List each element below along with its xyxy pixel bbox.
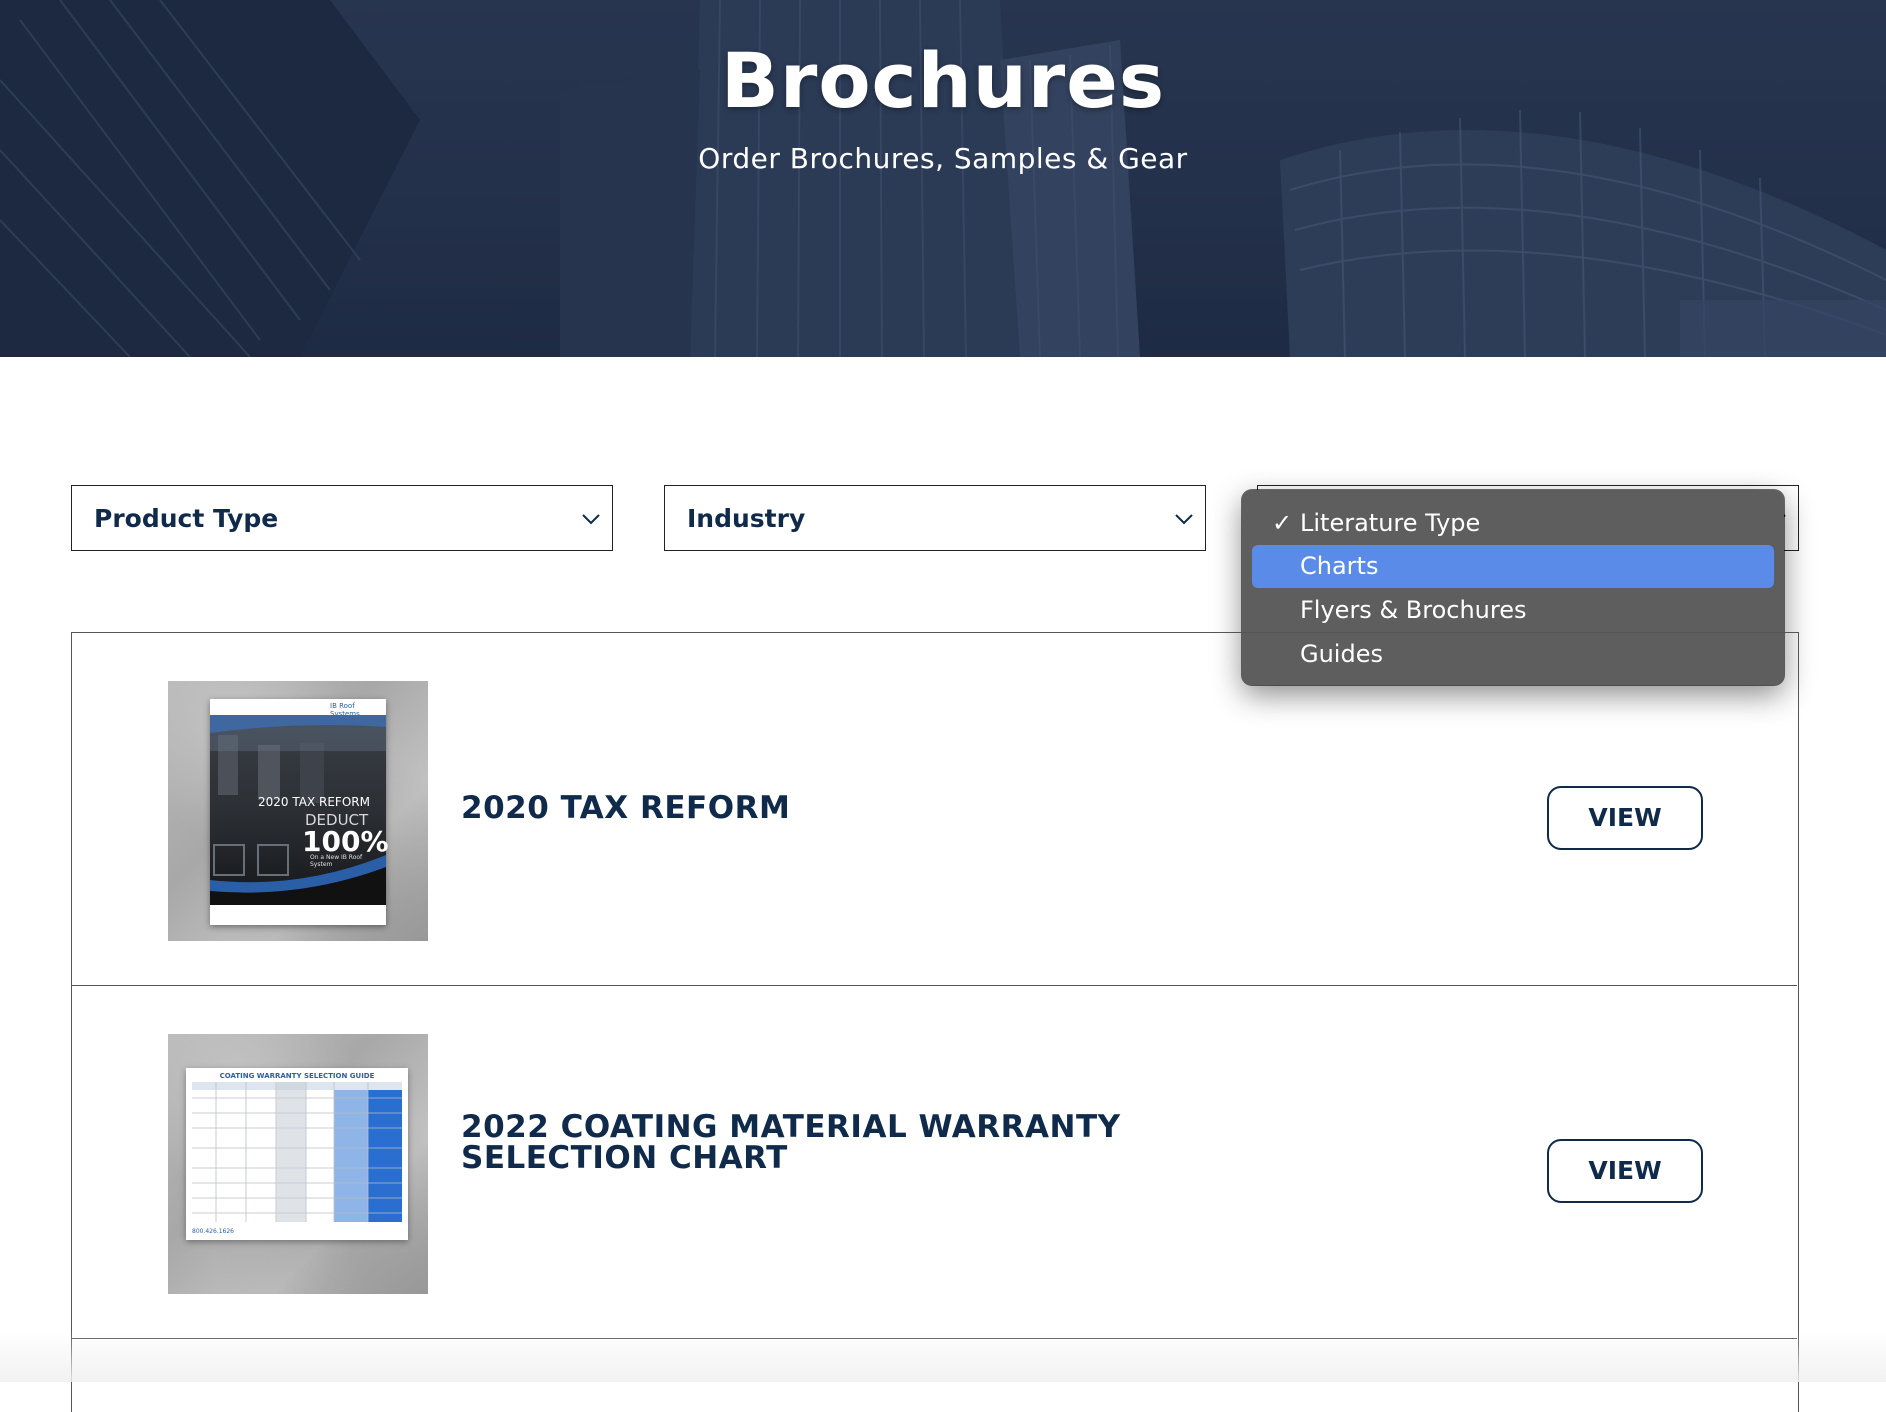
list-item: COATING WARRANTY SELECTION GUIDE 800.426… bbox=[72, 986, 1797, 1339]
dropdown-option-charts[interactable]: Charts bbox=[1252, 545, 1774, 588]
chevron-down-icon bbox=[1175, 514, 1193, 525]
dropdown-option-flyers-brochures[interactable]: Flyers & Brochures bbox=[1252, 589, 1774, 632]
view-button[interactable]: VIEW bbox=[1547, 786, 1703, 850]
cover-graphic bbox=[210, 715, 386, 905]
chevron-down-icon bbox=[582, 514, 600, 525]
brochure-title[interactable]: 2020 TAX REFORM bbox=[461, 793, 790, 824]
product-type-label: Product Type bbox=[94, 504, 279, 533]
table-graphic bbox=[192, 1082, 402, 1222]
document-phone: 800.426.1626 bbox=[192, 1228, 234, 1235]
industry-select[interactable]: Industry bbox=[664, 485, 1206, 551]
brochure-list: IB Roof Systems 2020 TAX REFORM DEDUCT 1… bbox=[71, 632, 1799, 1412]
brochure-title[interactable]: 2022 COATING MATERIAL WARRANTY SELECTION… bbox=[461, 1112, 1161, 1174]
industry-label: Industry bbox=[687, 504, 806, 533]
dropdown-option-label: Charts bbox=[1300, 552, 1379, 580]
brochure-thumbnail[interactable]: COATING WARRANTY SELECTION GUIDE 800.426… bbox=[168, 1034, 428, 1294]
page-subtitle: Order Brochures, Samples & Gear bbox=[698, 142, 1188, 175]
dropdown-option-label: Literature Type bbox=[1300, 509, 1481, 537]
chart-document: COATING WARRANTY SELECTION GUIDE 800.426… bbox=[186, 1068, 408, 1240]
product-type-select[interactable]: Product Type bbox=[71, 485, 613, 551]
view-button[interactable]: VIEW bbox=[1547, 1139, 1703, 1203]
dropdown-option-label: Flyers & Brochures bbox=[1300, 596, 1527, 624]
brochure-thumbnail[interactable]: IB Roof Systems 2020 TAX REFORM DEDUCT 1… bbox=[168, 681, 428, 941]
page-title: Brochures bbox=[720, 36, 1166, 125]
hero-banner: Brochures Order Brochures, Samples & Gea… bbox=[0, 0, 1886, 357]
cover-photo bbox=[210, 715, 386, 905]
brochure-cover: IB Roof Systems 2020 TAX REFORM DEDUCT 1… bbox=[210, 699, 389, 925]
dropdown-option-literature-type[interactable]: ✓ Literature Type bbox=[1252, 502, 1774, 545]
cover-line-4: On a New IB Roof System bbox=[310, 854, 363, 868]
checkmark-icon: ✓ bbox=[1272, 509, 1293, 537]
cover-line-1: 2020 TAX REFORM bbox=[258, 795, 370, 809]
list-item: IB Roof Systems 2020 TAX REFORM DEDUCT 1… bbox=[72, 633, 1797, 986]
